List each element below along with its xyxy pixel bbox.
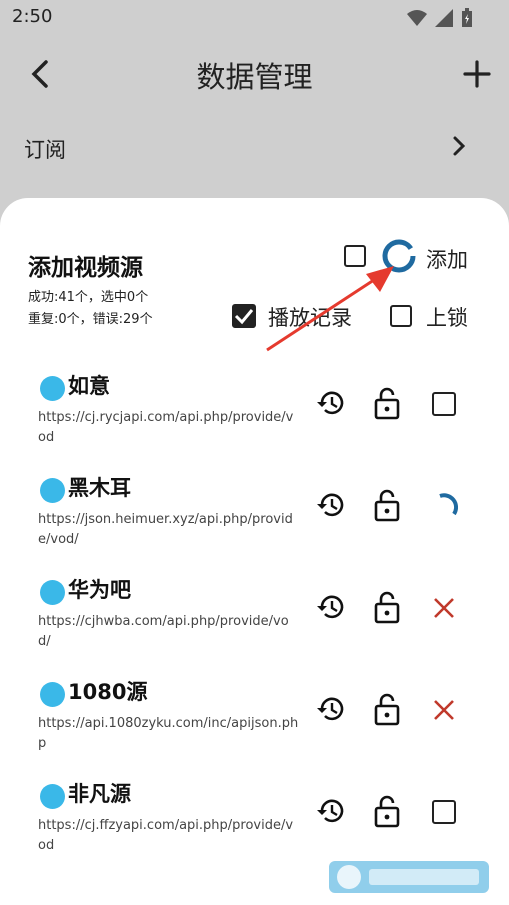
source-url: https://json.heimuer.xyz/api.php/provide… [38,512,293,547]
history-icon[interactable] [316,694,346,724]
select-checkbox[interactable] [430,390,458,418]
plus-icon[interactable] [457,54,497,94]
close-icon [434,598,454,618]
status-bar: 2:50 [0,0,509,36]
signal-icon [435,9,453,27]
list-item[interactable]: 黑木耳 https://json.heimuer.xyz/api.php/pro… [0,472,509,572]
stats-line-1: 成功:41个，选中0个 [28,290,149,305]
spinner-icon [439,493,458,516]
list-item[interactable]: 1080源 https://api.1080zyku.com/inc/apijs… [0,676,509,776]
history-icon[interactable] [316,592,346,622]
status-time: 2:50 [12,6,53,27]
source-url: https://cj.ffzyapi.com/api.php/provide/v… [38,818,294,853]
status-dot [40,784,65,809]
checkbox-box [432,800,456,824]
watermark-logo [329,861,489,893]
annotation-arrow [266,266,394,352]
stats-line-2: 重复:0个，错误:29个 [28,312,153,327]
history-checkbox[interactable] [232,304,256,328]
wifi-icon [407,10,427,26]
source-url: https://cjhwba.com/api.php/provide/vod/ [38,614,289,649]
status-dot [40,682,65,707]
source-url: https://api.1080zyku.com/inc/apijson.php [38,716,299,751]
chevron-right-icon [453,136,466,156]
source-name: 黑木耳 [68,476,131,500]
unlock-icon[interactable] [374,590,400,624]
source-name: 如意 [68,374,110,398]
status-dot [40,478,65,503]
list-item[interactable]: 华为吧 https://cjhwba.com/api.php/provide/v… [0,574,509,674]
source-name: 华为吧 [68,578,131,602]
unlock-icon[interactable] [374,488,400,522]
add-source-sheet: 添加视频源 成功:41个，选中0个 重复:0个，错误:29个 添加 播放记录 上… [0,198,509,905]
page-title: 数据管理 [196,60,313,94]
lock-label: 上锁 [426,306,468,330]
subscription-row[interactable]: 订阅 [0,116,509,180]
history-icon[interactable] [316,796,346,826]
history-icon[interactable] [316,490,346,520]
source-name: 1080源 [68,680,148,704]
select-checkbox[interactable] [430,798,458,826]
source-name: 非凡源 [68,782,131,806]
checkbox-box [432,392,456,416]
unlock-icon[interactable] [374,794,400,828]
unlock-icon[interactable] [374,386,400,420]
unlock-icon[interactable] [374,692,400,726]
battery-icon [462,8,472,27]
source-url: https://cj.rycjapi.com/api.php/provide/v… [38,410,294,445]
status-dot [40,580,65,605]
sheet-title: 添加视频源 [28,255,143,281]
checkmark-icon [234,309,254,325]
app-bar: 数据管理 [0,36,509,112]
subscription-label: 订阅 [24,138,66,162]
add-label[interactable]: 添加 [426,244,468,274]
history-icon[interactable] [316,388,346,418]
status-dot [40,376,65,401]
list-item[interactable]: 如意 https://cj.rycjapi.com/api.php/provid… [0,370,509,470]
close-icon [434,700,454,720]
